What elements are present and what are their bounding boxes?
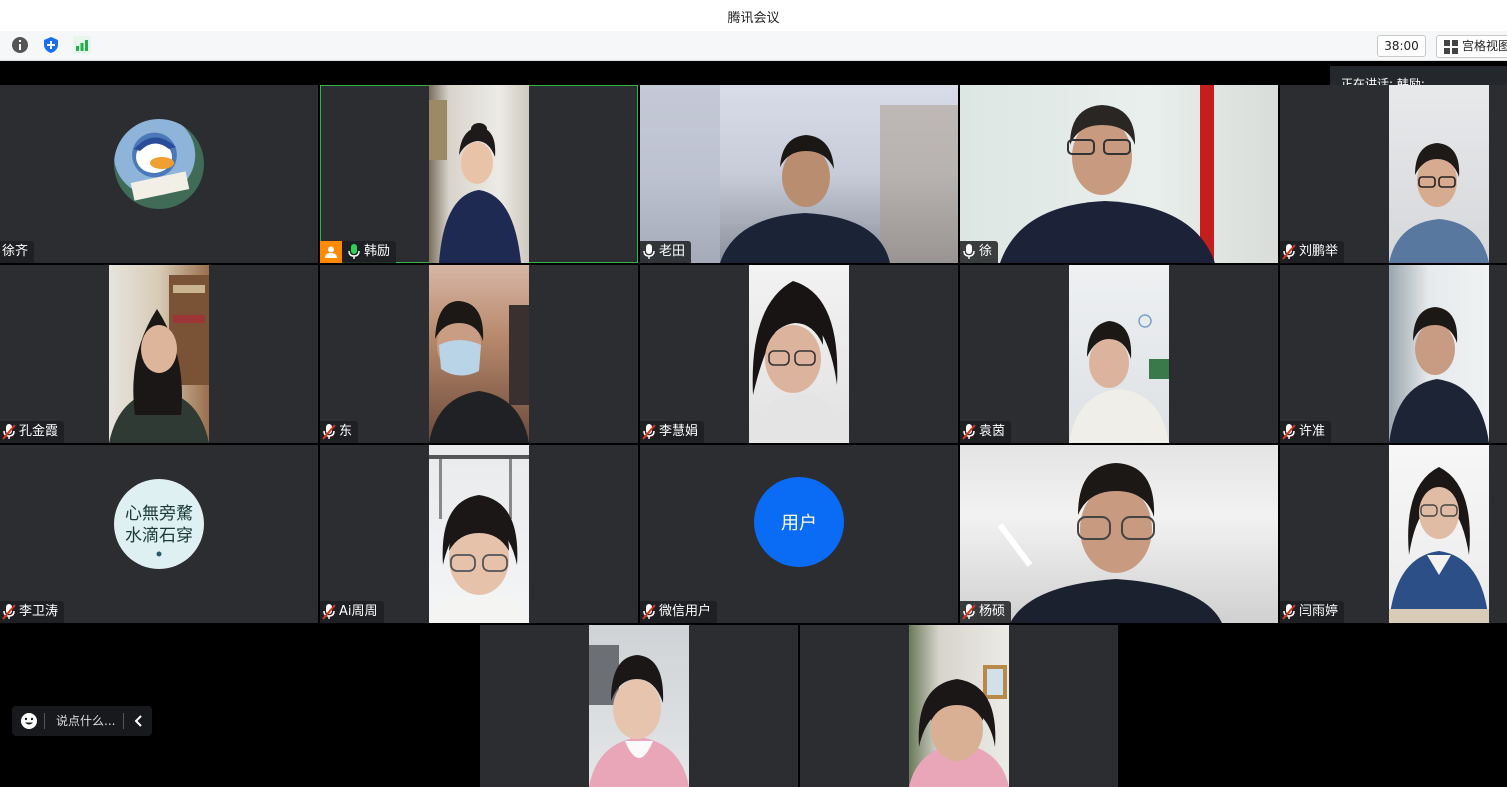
participant-name-tag: 东	[320, 421, 359, 443]
participant-tile[interactable]: 许准	[1280, 265, 1507, 443]
participant-name: Ai周周	[339, 604, 378, 619]
participant-tile[interactable]: 袁茵	[960, 265, 1278, 443]
grid-view-label: 宫格视图	[1462, 39, 1507, 53]
participant-tile[interactable]: 心無旁騖 水滴石穿 李卫涛	[0, 445, 318, 623]
mic-muted-icon	[962, 604, 976, 620]
participant-avatar-calligraphy: 心無旁騖 水滴石穿	[114, 479, 204, 569]
emoji-icon[interactable]	[20, 712, 38, 730]
participant-video	[909, 625, 1009, 787]
participant-name-tag: 微信用户	[640, 601, 718, 623]
participant-video	[429, 85, 529, 263]
participant-name: 闫雨婷	[1299, 604, 1339, 619]
participant-video	[109, 265, 209, 443]
participant-name: 徐齐	[2, 244, 29, 259]
participant-video	[429, 265, 529, 443]
participant-tile[interactable]: 闫雨婷	[1280, 445, 1507, 623]
participant-name-tag: 韩励	[320, 241, 397, 263]
meeting-timer: 38:00	[1377, 35, 1426, 57]
participant-name-tag: 徐	[960, 241, 999, 263]
participant-tile[interactable]: 徐齐	[0, 85, 318, 263]
grid-view-button[interactable]: 宫格视图	[1436, 35, 1507, 58]
mic-muted-icon	[2, 604, 16, 620]
participant-avatar	[114, 119, 204, 209]
mic-muted-icon	[1282, 424, 1296, 440]
mic-muted-icon	[322, 604, 336, 620]
mic-muted-icon	[642, 604, 656, 620]
participant-tile[interactable]: 杨硕	[960, 445, 1278, 623]
mic-muted-icon	[1282, 604, 1296, 620]
participant-name-tag: 李卫涛	[0, 601, 65, 623]
participant-tile[interactable]: 刘鹏举	[1280, 85, 1507, 263]
participant-tile[interactable]: Ai周周	[320, 445, 638, 623]
participant-name: 微信用户	[659, 604, 712, 619]
mic-on-icon	[643, 244, 655, 259]
participant-name: 韩励	[364, 244, 391, 259]
participant-tile[interactable]: 李慧娟	[640, 265, 958, 443]
participant-video	[1389, 445, 1489, 623]
participant-tile[interactable]: 孔金霞	[0, 265, 318, 443]
participant-tile-active-speaker[interactable]: 韩励	[320, 85, 638, 263]
host-badge-icon	[320, 241, 342, 263]
participant-name: 杨硕	[979, 604, 1006, 619]
participant-name: 老田	[659, 244, 686, 259]
participant-name-tag: 老田	[640, 241, 692, 263]
grid-view-icon	[1444, 40, 1458, 54]
participant-name: 李慧娟	[659, 424, 699, 439]
participant-video	[640, 85, 958, 263]
participant-name-tag: 袁茵	[960, 421, 1012, 443]
info-icon[interactable]	[11, 36, 29, 54]
participant-tile[interactable]: 东	[320, 265, 638, 443]
participant-tile[interactable]: 徐	[960, 85, 1278, 263]
window-title: 腾讯会议	[727, 11, 780, 26]
calligraphy-line-2: 水滴石穿	[125, 526, 193, 546]
security-shield-icon[interactable]	[42, 36, 60, 54]
participant-name-tag: 许准	[1280, 421, 1332, 443]
participant-name-tag: Ai周周	[320, 601, 384, 623]
chat-placeholder[interactable]: 说点什么...	[56, 706, 115, 736]
participant-video	[1389, 265, 1489, 443]
participant-tile[interactable]	[480, 625, 798, 787]
participant-video	[1389, 85, 1489, 263]
user-placeholder-avatar: 用户	[754, 477, 844, 567]
divider	[123, 713, 124, 729]
participant-name-tag: 闫雨婷	[1280, 601, 1345, 623]
chat-input-bar[interactable]: 说点什么...	[12, 706, 152, 736]
participant-name: 徐	[979, 244, 993, 259]
chevron-left-icon[interactable]	[132, 713, 146, 729]
participant-name-tag: 刘鹏举	[1280, 241, 1345, 263]
network-signal-icon[interactable]	[73, 36, 91, 54]
participant-name-tag: 徐齐	[0, 241, 35, 263]
participant-name: 李卫涛	[19, 604, 59, 619]
participant-video	[429, 445, 529, 623]
participant-video	[1069, 265, 1169, 443]
mic-muted-icon	[642, 424, 656, 440]
participant-name: 袁茵	[979, 424, 1006, 439]
participant-video	[960, 85, 1278, 263]
participant-name: 许准	[1299, 424, 1326, 439]
participant-video	[589, 625, 689, 787]
participant-name-tag: 李慧娟	[640, 421, 705, 443]
mic-muted-icon	[1282, 244, 1296, 260]
participant-name-tag: 孔金霞	[0, 421, 65, 443]
participant-name-tag: 杨硕	[960, 601, 1012, 623]
title-bar: 腾讯会议	[0, 0, 1507, 32]
mic-on-icon	[963, 244, 975, 259]
meeting-toolbar: 38:00 宫格视图	[0, 31, 1507, 61]
participant-tile[interactable]: 用户 微信用户	[640, 445, 958, 623]
participant-name: 东	[339, 424, 353, 439]
mic-muted-icon	[2, 424, 16, 440]
participant-video	[749, 265, 849, 443]
participant-name: 刘鹏举	[1299, 244, 1339, 259]
mic-muted-icon	[322, 424, 336, 440]
calligraphy-line-1: 心無旁騖	[125, 504, 193, 524]
participant-tile[interactable]	[800, 625, 1118, 787]
divider	[44, 713, 45, 729]
participant-name: 孔金霞	[19, 424, 59, 439]
mic-muted-icon	[962, 424, 976, 440]
participant-video	[960, 445, 1278, 623]
mic-on-icon	[348, 244, 360, 259]
participant-tile[interactable]: 老田	[640, 85, 958, 263]
